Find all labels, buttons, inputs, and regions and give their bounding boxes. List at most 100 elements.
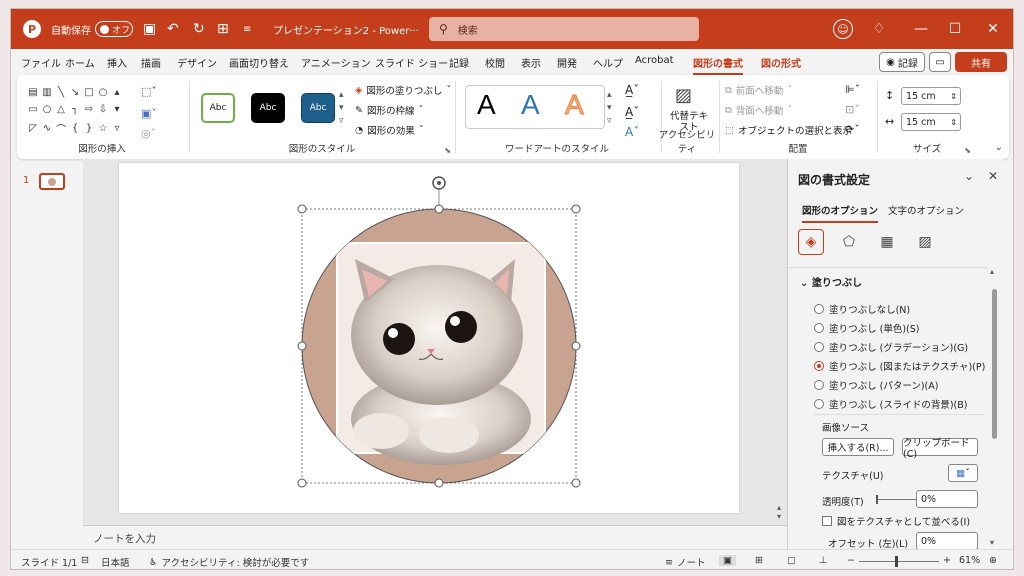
pane-scroll-thumb[interactable] bbox=[992, 289, 997, 439]
style-sample-outline[interactable]: Abc bbox=[201, 93, 235, 123]
fill-option-gradient[interactable]: 塗りつぶし (グラデーション)(G) bbox=[814, 340, 968, 354]
size-properties-icon[interactable]: ▦ bbox=[874, 229, 900, 255]
accessibility-status[interactable]: ♿ アクセシビリティ: 検討が必要です bbox=[149, 555, 309, 570]
fill-option-background[interactable]: 塗りつぶし (スライドの背景)(B) bbox=[814, 397, 967, 411]
resize-handle-bottom[interactable] bbox=[434, 478, 444, 488]
offset-left-input[interactable]: 0% bbox=[916, 532, 978, 549]
reading-view-icon[interactable]: ▢ bbox=[787, 555, 796, 566]
shape-fill-button[interactable]: ◈ 図形の塗りつぶし ˇ bbox=[355, 83, 451, 98]
fill-line-icon[interactable]: ◈ bbox=[798, 229, 824, 255]
freeform-icon[interactable]: ◸ bbox=[27, 119, 39, 137]
dialog-launcher-icon[interactable]: ⬊ bbox=[444, 146, 451, 155]
selection-pane-button[interactable]: ⬚ オブジェクトの選択と表示 bbox=[725, 123, 852, 138]
alt-text-icon[interactable]: ▨ bbox=[675, 85, 692, 106]
wordart-gallery-scroll[interactable]: ▴ ▾ ▿ bbox=[607, 89, 612, 128]
tab-file[interactable]: ファイル bbox=[21, 55, 61, 70]
tile-checkbox-row[interactable]: 図をテクスチャとして並べる(I) bbox=[822, 514, 970, 528]
fit-to-window-icon[interactable]: ⊕ bbox=[989, 555, 997, 566]
height-input[interactable]: 15 cm ⇕ bbox=[901, 87, 961, 105]
scroll-down-icon[interactable]: ▾ bbox=[111, 102, 123, 116]
triangle-icon[interactable]: △ bbox=[55, 102, 67, 116]
vertical-textbox-icon[interactable]: ▥ bbox=[41, 85, 53, 99]
lightbulb-icon[interactable]: ♢ bbox=[869, 9, 889, 49]
picture-icon[interactable]: ▨ bbox=[912, 229, 938, 255]
slideshow-view-icon[interactable]: ⊥ bbox=[819, 555, 827, 566]
connector-icon[interactable]: ┐ bbox=[69, 102, 81, 116]
share-button[interactable]: 共有 bbox=[955, 52, 1007, 72]
scroll-arrows-icon[interactable]: ▴ ▾ bbox=[777, 503, 781, 521]
text-effects-icon[interactable]: Aˇ bbox=[625, 125, 639, 139]
brace-icon[interactable]: { bbox=[69, 119, 81, 137]
notes-button[interactable]: ≡ ノート bbox=[665, 555, 705, 570]
picture-shape[interactable] bbox=[301, 208, 577, 484]
transparency-input[interactable]: 0% bbox=[916, 490, 978, 508]
effects-pentagon-icon[interactable]: ⬠ bbox=[836, 229, 862, 255]
line-icon[interactable]: ╲ bbox=[55, 85, 67, 99]
right-arrow-icon[interactable]: ⇨ bbox=[83, 102, 95, 116]
pane-scrollbar[interactable]: ▴ ▾ bbox=[990, 267, 1000, 547]
oval-icon[interactable]: ○ bbox=[97, 85, 109, 99]
rotate-icon[interactable]: ⟳ˇ bbox=[845, 123, 860, 136]
comment-icon[interactable]: ▭ bbox=[929, 52, 951, 72]
edit-shape-icon[interactable]: ⬚ˇ bbox=[141, 85, 157, 98]
radio-none[interactable] bbox=[814, 304, 824, 314]
shape-outline-button[interactable]: ✎ 図形の枠線 ˇ bbox=[355, 103, 423, 118]
slide-thumbnail[interactable] bbox=[39, 173, 65, 190]
zoom-level[interactable]: 61% bbox=[959, 555, 980, 566]
transparency-slider[interactable] bbox=[876, 495, 916, 504]
pane-close-icon[interactable]: ✕ bbox=[988, 169, 998, 183]
insert-image-button[interactable]: 挿入する(R)... bbox=[822, 438, 894, 456]
circle-shape-icon[interactable]: ○ bbox=[41, 102, 53, 116]
align-icon[interactable]: ⊫ˇ bbox=[845, 83, 860, 96]
close-icon[interactable]: ✕ bbox=[983, 9, 1003, 49]
wordart-sample-orange[interactable]: A bbox=[565, 89, 585, 121]
bracket-icon[interactable]: } bbox=[83, 119, 95, 137]
scroll-up-icon[interactable]: ▴ bbox=[990, 267, 994, 276]
resize-handle-left[interactable] bbox=[297, 341, 307, 351]
language-status[interactable]: 日本語 bbox=[101, 555, 130, 569]
notes-input[interactable]: ノートを入力 bbox=[83, 525, 787, 549]
resize-handle-top-left[interactable] bbox=[297, 204, 307, 214]
tile-checkbox[interactable] bbox=[822, 516, 832, 526]
zoom-in-icon[interactable]: + bbox=[943, 555, 951, 566]
fill-section-header[interactable]: ⌄ 塗りつぶし bbox=[800, 274, 862, 289]
down-arrow-icon[interactable]: ⇩ bbox=[97, 102, 109, 116]
resize-handle-top-right[interactable] bbox=[571, 204, 581, 214]
tab-view[interactable]: 表示 bbox=[521, 55, 541, 70]
scroll-up-icon[interactable]: ▴ bbox=[111, 85, 123, 99]
send-backward-button[interactable]: ⧉ 背面へ移動 ˇ bbox=[725, 103, 792, 118]
redo-icon[interactable]: ↻ bbox=[193, 9, 205, 49]
style-gallery-scroll[interactable]: ▴ ▾ ▿ bbox=[339, 89, 344, 128]
more-shapes-icon[interactable]: ▿ bbox=[111, 119, 123, 137]
draw-textbox-icon[interactable]: ▣ˇ bbox=[141, 107, 157, 120]
customize-icon[interactable]: ≡ bbox=[243, 9, 251, 49]
minimize-icon[interactable]: — bbox=[911, 9, 931, 49]
radio-picture[interactable] bbox=[814, 361, 824, 371]
tab-design[interactable]: デザイン bbox=[177, 55, 217, 70]
wordart-sample-blue[interactable]: A bbox=[521, 89, 540, 121]
fill-option-picture[interactable]: 塗りつぶし (図またはテクスチャ)(P) bbox=[814, 359, 985, 373]
arrow-line-icon[interactable]: ↘ bbox=[69, 85, 81, 99]
fill-option-none[interactable]: 塗りつぶしなし(N) bbox=[814, 302, 910, 316]
text-outline-icon[interactable]: A̲ˇ bbox=[625, 105, 639, 119]
resize-handle-bottom-left[interactable] bbox=[297, 478, 307, 488]
rectangle-icon[interactable]: □ bbox=[83, 85, 95, 99]
account-avatar-icon[interactable]: ☺ bbox=[833, 19, 853, 39]
fill-option-pattern[interactable]: 塗りつぶし (パターン)(A) bbox=[814, 378, 938, 392]
texture-picker[interactable]: ▦ ˇ bbox=[948, 464, 978, 482]
arc-icon[interactable]: ⌒ bbox=[55, 119, 67, 137]
autosave-toggle[interactable]: オフ bbox=[95, 21, 133, 37]
slide-canvas[interactable] bbox=[119, 163, 739, 513]
tab-shape-options[interactable]: 図形のオプション bbox=[802, 203, 879, 223]
size-dialog-launcher-icon[interactable]: ⬊ bbox=[964, 146, 971, 155]
spelling-icon[interactable]: ⊟ bbox=[81, 555, 89, 566]
star-icon[interactable]: ☆ bbox=[97, 119, 109, 137]
resize-handle-top[interactable] bbox=[434, 204, 444, 214]
style-sample-dark[interactable]: Abc bbox=[251, 93, 285, 123]
tab-review[interactable]: 校閲 bbox=[485, 55, 505, 70]
radio-pattern[interactable] bbox=[814, 380, 824, 390]
zoom-thumb[interactable] bbox=[895, 556, 898, 567]
radio-solid[interactable] bbox=[814, 323, 824, 333]
slider-thumb[interactable] bbox=[876, 495, 878, 504]
save-icon[interactable]: ▣ bbox=[143, 9, 156, 49]
